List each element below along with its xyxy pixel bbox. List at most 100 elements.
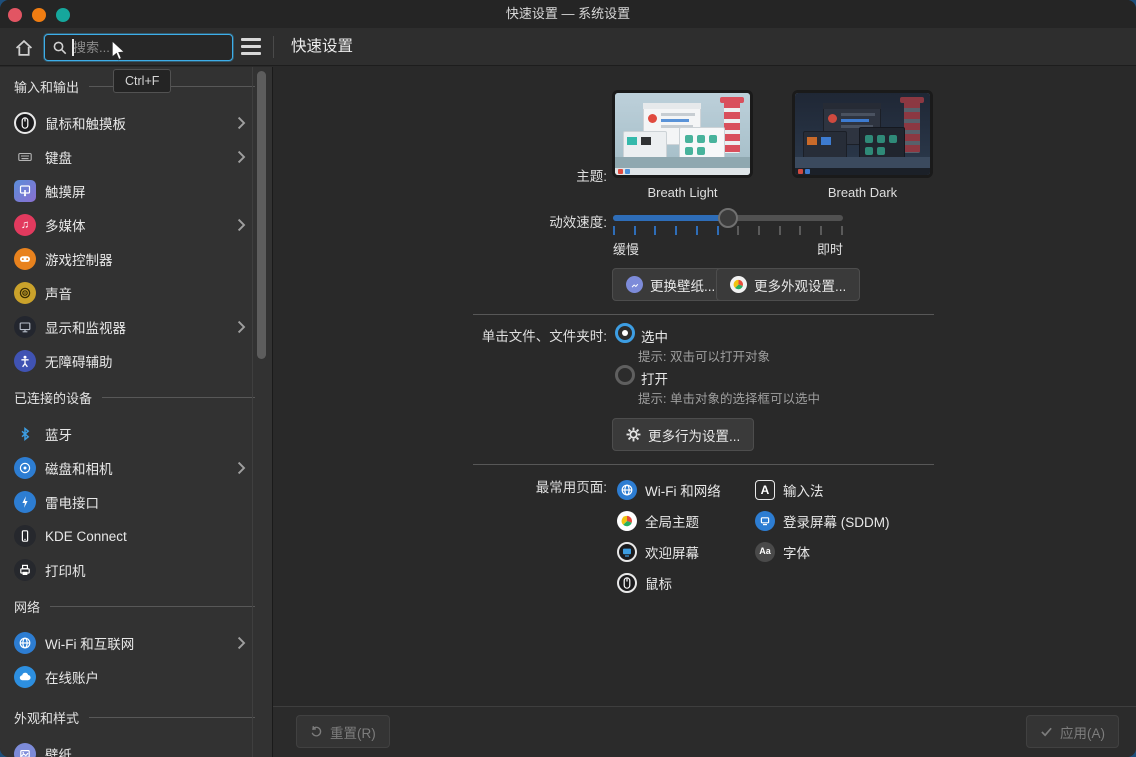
mouse-cursor-icon [110, 40, 128, 62]
mouse-icon [14, 112, 36, 134]
frequent-page-label: Wi-Fi 和网络 [645, 480, 721, 500]
chevron-right-icon [235, 148, 247, 171]
sidebar-item[interactable]: 显示和监视器 [0, 310, 273, 344]
multimedia-icon: ♫ [14, 214, 36, 236]
sidebar-item-label: 鼠标和触摸板 [45, 113, 126, 133]
frequent-page-label: 登录屏幕 (SDDM) [783, 511, 890, 531]
frequent-page-label: 欢迎屏幕 [645, 542, 699, 562]
change-wallpaper-button[interactable]: 更换壁纸... [612, 268, 729, 301]
sidebar-item-label: 蓝牙 [45, 424, 72, 444]
search-shortcut-tooltip: Ctrl+F [113, 69, 171, 93]
keyboard-icon [14, 146, 36, 168]
wifi-internet-icon [14, 632, 36, 654]
gear-icon [626, 427, 641, 442]
breath-dark-preview [795, 93, 930, 175]
sidebar-item[interactable]: 键盘 [0, 140, 273, 174]
more-behavior-settings-button[interactable]: 更多行为设置... [612, 418, 754, 451]
theme-option-breath-light[interactable] [612, 90, 753, 178]
sidebar-section-label: 已连接的设备 [14, 388, 92, 407]
sidebar-scrollbar[interactable] [257, 71, 266, 359]
frequent-page-link[interactable]: Wi-Fi 和网络 [617, 474, 721, 505]
theme-name-breath-dark: Breath Dark [792, 185, 933, 200]
sidebar-item[interactable]: 磁盘和相机 [0, 451, 273, 485]
sidebar-item[interactable]: 鼠标和触摸板 [0, 106, 273, 140]
section-separator [473, 464, 934, 465]
section-header-line [102, 397, 255, 398]
radio-select-on-click[interactable] [615, 323, 635, 343]
sidebar-item[interactable]: 壁纸 [0, 737, 273, 757]
apply-label: 应用(A) [1060, 722, 1105, 742]
sidebar-item[interactable]: Wi-Fi 和互联网 [0, 626, 273, 660]
search-box[interactable] [44, 34, 233, 61]
home-button[interactable] [13, 37, 35, 59]
sidebar-item[interactable]: 声音 [0, 276, 273, 310]
reset-button[interactable]: 重置(R) [296, 715, 390, 748]
accessibility-icon [14, 350, 36, 372]
sidebar-item[interactable]: 在线账户 [0, 660, 273, 694]
animation-speed-label: 动效速度: [473, 211, 607, 231]
more-appearance-settings-button[interactable]: 更多外观设置... [716, 268, 860, 301]
sidebar-item[interactable]: 触摸屏 [0, 174, 273, 208]
frequent-page-link[interactable]: A输入法 [755, 474, 890, 505]
radio-open-hint: 提示: 单击对象的选择框可以选中 [638, 388, 820, 407]
slider-handle[interactable] [718, 208, 738, 228]
game-controller-icon [14, 248, 36, 270]
frequent-page-link[interactable]: 鼠标 [617, 567, 721, 598]
chevron-right-icon [235, 459, 247, 482]
kde-connect-icon [14, 525, 36, 547]
reset-label: 重置(R) [330, 722, 376, 742]
slider-ticks [613, 226, 843, 235]
section-separator [473, 314, 934, 315]
apply-button[interactable]: 应用(A) [1026, 715, 1119, 748]
theme-label: 主题: [473, 165, 607, 185]
chevron-right-icon [235, 216, 247, 239]
radio-select-hint: 提示: 双击可以打开对象 [638, 346, 770, 365]
slider-max-label: 即时 [817, 239, 843, 258]
sidebar-item[interactable]: 蓝牙 [0, 417, 273, 451]
more-behavior-label: 更多行为设置... [648, 425, 740, 445]
frequent-page-label: 字体 [783, 542, 810, 562]
sidebar-item-label: 无障碍辅助 [45, 351, 113, 371]
sidebar-item-label: 键盘 [45, 147, 72, 167]
page-title: 快速设置 [291, 36, 353, 58]
frequent-page-link[interactable]: 登录屏幕 (SDDM) [755, 505, 890, 536]
sidebar-gutter-line [252, 67, 253, 757]
sidebar-item[interactable]: 打印机 [0, 553, 273, 587]
sidebar-item[interactable]: KDE Connect [0, 519, 273, 553]
radio-select-label[interactable]: 选中 [641, 326, 668, 346]
sidebar-item-label: KDE Connect [45, 529, 127, 544]
radio-open-on-click[interactable] [615, 365, 635, 385]
search-input[interactable] [73, 36, 223, 59]
frequent-page-link[interactable]: Aa字体 [755, 536, 890, 567]
theme-option-breath-dark[interactable] [792, 90, 933, 178]
online-accounts-icon [14, 666, 36, 688]
frequent-page-link[interactable]: 欢迎屏幕 [617, 536, 721, 567]
section-header-line [50, 606, 255, 607]
frequent-page-link[interactable]: 全局主题 [617, 505, 721, 536]
animation-speed-slider[interactable] [613, 215, 843, 221]
sidebar-item[interactable]: 无障碍辅助 [0, 344, 273, 378]
frequent-pages-label: 最常用页面: [473, 476, 607, 496]
chevron-right-icon [235, 318, 247, 341]
sidebar-item[interactable]: 游戏控制器 [0, 242, 273, 276]
welcome-screen-icon [617, 542, 637, 562]
frequent-page-label: 输入法 [783, 480, 824, 500]
sidebar-item-label: 多媒体 [45, 215, 86, 235]
wallpaper-icon [626, 276, 643, 293]
footer-bar: 重置(R) 应用(A) [273, 706, 1136, 757]
sidebar-item-label: 声音 [45, 283, 72, 303]
home-icon [13, 37, 35, 59]
click-behavior-label: 单击文件、文件夹时: [473, 325, 607, 345]
radio-open-label[interactable]: 打开 [641, 368, 668, 388]
slider-min-label: 缓慢 [613, 239, 639, 258]
sidebar-section-header: 已连接的设备 [0, 384, 273, 410]
breath-light-preview [615, 93, 750, 175]
thunderbolt-icon [14, 491, 36, 513]
mouse-icon [617, 573, 637, 593]
undo-icon [310, 725, 323, 738]
wallpaper-icon [14, 743, 36, 757]
sidebar: 输入和输出鼠标和触摸板键盘触摸屏♫多媒体游戏控制器声音显示和监视器无障碍辅助已连… [0, 67, 273, 757]
hamburger-menu-icon[interactable] [241, 38, 261, 55]
sidebar-item[interactable]: 雷电接口 [0, 485, 273, 519]
sidebar-item[interactable]: ♫ 多媒体 [0, 208, 273, 242]
